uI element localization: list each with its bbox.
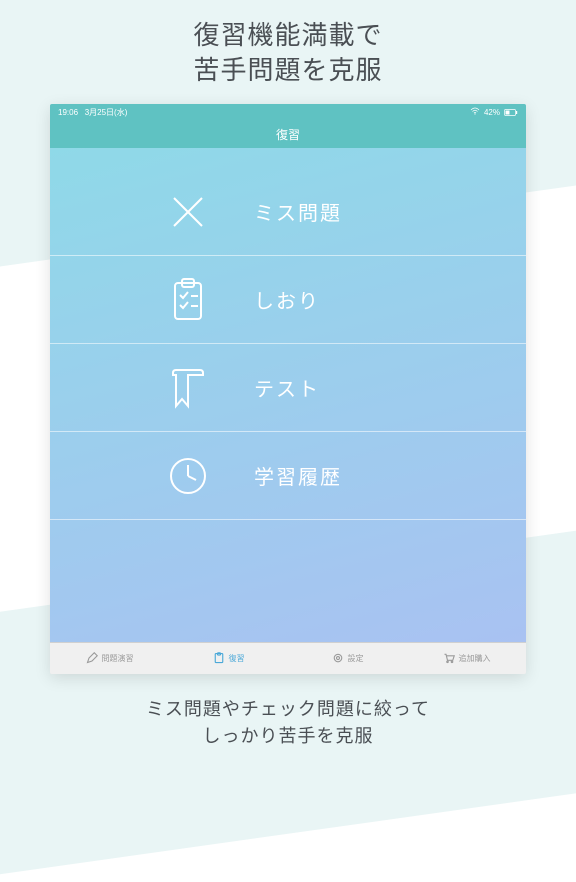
tab-label: 設定 — [348, 653, 364, 664]
clock-icon — [160, 455, 216, 497]
menu-label: しおり — [254, 285, 320, 314]
statusbar-right: 42% — [470, 107, 518, 117]
menu-label: テスト — [254, 373, 320, 402]
review-menu: ミス問題 しおり テスト 学習履歴 — [50, 148, 526, 642]
x-icon — [160, 192, 216, 232]
tab-purchase[interactable]: 追加購入 — [407, 643, 526, 674]
caption-line2: しっかり苦手を克服 — [202, 726, 373, 746]
menu-item-test[interactable]: テスト — [50, 344, 526, 432]
tab-review[interactable]: 復習 — [169, 643, 288, 674]
menu-label: 学習履歴 — [254, 461, 342, 490]
device-frame: 19:06 3月25日(水) 42% 復習 — [50, 104, 526, 674]
statusbar-left: 19:06 3月25日(水) — [58, 107, 127, 118]
headline-line2: 苦手問題を克服 — [193, 55, 382, 85]
promo-caption: ミス問題やチェック問題に絞って しっかり苦手を克服 — [146, 696, 430, 750]
content-spacer — [50, 520, 526, 642]
promo-headline: 復習機能満載で 苦手問題を克服 — [193, 18, 382, 88]
nav-bar: 復習 — [50, 120, 526, 148]
tab-bar: 問題演習 復習 設定 追加購入 — [50, 642, 526, 674]
tab-settings[interactable]: 設定 — [288, 643, 407, 674]
tab-label: 追加購入 — [459, 653, 491, 664]
menu-item-bookmark[interactable]: しおり — [50, 256, 526, 344]
menu-label: ミス問題 — [254, 197, 342, 226]
tab-label: 問題演習 — [102, 653, 134, 664]
nav-title: 復習 — [276, 126, 300, 143]
flag-icon — [160, 366, 216, 410]
caption-line1: ミス問題やチェック問題に絞って — [146, 699, 430, 719]
status-date: 3月25日(水) — [85, 108, 128, 117]
battery-icon — [504, 109, 518, 116]
status-bar: 19:06 3月25日(水) 42% — [50, 104, 526, 120]
battery-percent: 42% — [484, 108, 500, 117]
tab-label: 復習 — [229, 653, 245, 664]
status-time: 19:06 — [58, 108, 78, 117]
wifi-icon — [470, 107, 480, 117]
menu-item-history[interactable]: 学習履歴 — [50, 432, 526, 520]
clipboard-check-icon — [160, 277, 216, 323]
cart-icon — [443, 652, 455, 666]
pencil-icon — [86, 652, 98, 666]
menu-item-miss[interactable]: ミス問題 — [50, 168, 526, 256]
clipboard-icon — [213, 652, 225, 666]
gear-icon — [332, 652, 344, 666]
headline-line1: 復習機能満載で — [193, 20, 382, 50]
tab-practice[interactable]: 問題演習 — [50, 643, 169, 674]
